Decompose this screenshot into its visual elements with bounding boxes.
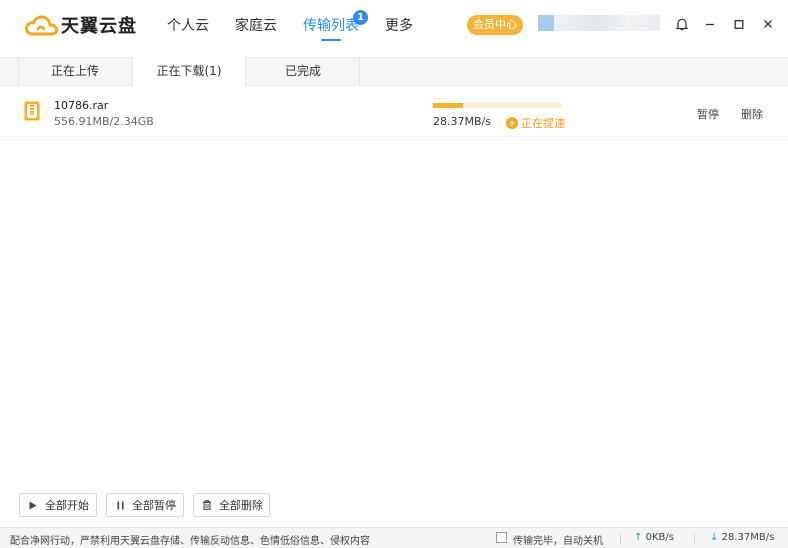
nav-family-cloud[interactable]: 家庭云 [235,0,277,52]
main-nav: 个人云 家庭云 传输列表 1 更多 [167,0,439,52]
tab-uploading[interactable]: 正在上传 [18,57,132,86]
title-bar: 天翼云盘 个人云 家庭云 传输列表 1 更多 会员中心 [0,0,788,52]
table-row[interactable] [0,88,788,137]
download-speed-value: 28.37MB/s [721,532,775,543]
avatar [538,15,554,31]
button-label: 全部删除 [219,499,263,512]
tab-completed[interactable]: 已完成 [246,57,360,86]
nav-label: 个人云 [167,18,209,34]
nav-personal-cloud[interactable]: 个人云 [167,0,209,52]
maximize-icon[interactable] [730,15,748,33]
nav-active-underline [321,39,341,41]
pause-icon [115,500,125,510]
tab-label: 正在上传 [50,64,99,78]
trash-icon [202,500,212,510]
delete-all-button[interactable]: 全部删除 [193,493,270,517]
nav-more[interactable]: 更多 [385,0,413,52]
compliance-notice: 配合净网行动，严禁利用天翼云盘存储、传输反动信息、色情低俗信息、侵权内容 [10,536,370,547]
close-icon[interactable] [759,15,777,33]
tab-label: 已完成 [284,64,321,78]
play-icon [28,500,38,510]
tab-divider [359,58,360,85]
download-speed: 28.37MB/s [433,115,491,128]
file-name: 10786.rar [54,99,109,112]
app-logo: 天翼云盘 [24,12,137,38]
download-arrow-icon: ↓ [710,532,719,543]
speed-boost-status[interactable]: 正在提速 [506,115,565,131]
transfer-tabs: 正在上传 正在下载(1) 已完成 [0,57,788,87]
status-bar: 配合净网行动，严禁利用天翼云盘存储、传输反动信息、色情低俗信息、侵权内容 传输完… [0,527,788,548]
status-divider [620,533,621,544]
file-size: 556.91MB/2.34GB [54,115,154,128]
nav-label: 更多 [385,18,413,34]
cloud-logo-icon [24,15,58,36]
upload-arrow-icon: ↑ [634,532,643,543]
progress-fill [433,103,463,108]
notification-bell-icon[interactable] [673,15,691,33]
download-progress-bar [433,103,562,108]
app-name: 天翼云盘 [61,16,137,37]
status-divider [694,533,695,544]
nav-label: 传输列表 [303,18,359,34]
upload-speed-value: 0KB/s [645,532,674,543]
lightning-icon [506,117,518,129]
tab-label: 正在下载(1) [156,64,222,78]
boost-label: 正在提速 [521,117,565,130]
user-account[interactable] [538,15,660,31]
button-label: 全部暂停 [132,499,176,512]
tab-downloading[interactable]: 正在下载(1) [132,57,246,87]
user-name-redacted [554,15,660,31]
nav-label: 家庭云 [235,18,277,34]
auto-shutdown-checkbox[interactable] [496,532,507,543]
download-speed-indicator: ↓ 28.37MB/s [710,532,774,543]
member-center-button[interactable]: 会员中心 [467,15,523,35]
button-label: 全部开始 [45,499,89,512]
upload-speed-indicator: ↑ 0KB/s [634,532,674,543]
archive-file-icon [24,101,40,121]
start-all-button[interactable]: 全部开始 [19,493,97,517]
auto-shutdown-label[interactable]: 传输完毕，自动关机 [513,532,603,547]
minimize-icon[interactable] [701,15,719,33]
pause-all-button[interactable]: 全部暂停 [106,493,184,517]
pause-button[interactable]: 暂停 [697,106,719,122]
nav-transfer-list[interactable]: 传输列表 1 [303,0,368,52]
transfer-count-badge: 1 [353,10,368,25]
delete-button[interactable]: 删除 [741,106,763,122]
